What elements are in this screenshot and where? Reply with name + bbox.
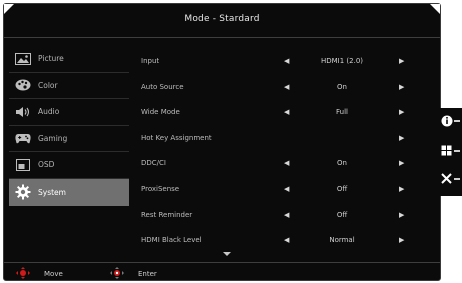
sidebar-item-label: Color xyxy=(38,80,58,90)
setting-row-proxisense[interactable]: ProxiSense ◀ Off ▶ xyxy=(141,176,411,202)
setting-label: Rest Reminder xyxy=(141,210,193,219)
left-arrow-icon[interactable]: ◀ xyxy=(284,185,289,193)
left-arrow-icon[interactable]: ◀ xyxy=(284,159,289,167)
joystick-enter-icon xyxy=(110,267,124,281)
close-button[interactable] xyxy=(440,170,462,190)
move-hint: Move xyxy=(16,267,63,281)
sidebar-item-label: Gaming xyxy=(38,133,68,143)
setting-value: On xyxy=(337,82,347,91)
setting-row-input[interactable]: Input ◀ HDMI1 (2.0) ▶ xyxy=(141,48,411,74)
setting-row-hdmi-black-level[interactable]: HDMI Black Level ◀ Normal ▶ xyxy=(141,227,411,253)
sidebar-item-label: OSD xyxy=(38,160,55,170)
sidebar-item-picture[interactable]: Picture xyxy=(9,46,129,73)
title-bar: Mode - Stardard xyxy=(4,4,440,38)
left-arrow-icon[interactable]: ◀ xyxy=(284,108,289,116)
joystick-move-icon xyxy=(16,267,30,281)
sidebar-item-gaming[interactable]: Gaming xyxy=(9,126,129,152)
picture-icon xyxy=(14,52,32,65)
left-arrow-icon[interactable]: ◀ xyxy=(284,83,289,91)
move-label: Move xyxy=(44,270,63,278)
enter-label: Enter xyxy=(138,270,157,278)
right-arrow-icon[interactable]: ▶ xyxy=(399,185,404,193)
right-arrow-icon[interactable]: ▶ xyxy=(399,57,404,65)
sidebar-item-label: Picture xyxy=(38,54,64,64)
setting-row-auto-source[interactable]: Auto Source ◀ On ▶ xyxy=(141,74,411,100)
setting-row-hot-key-assignment[interactable]: Hot Key Assignment ▶ xyxy=(141,125,411,151)
settings-list: Input ◀ HDMI1 (2.0) ▶ Auto Source ◀ On ▶… xyxy=(141,48,411,253)
sidebar-item-system[interactable]: System xyxy=(9,178,129,206)
right-arrow-icon[interactable]: ▶ xyxy=(399,83,404,91)
setting-label: Auto Source xyxy=(141,82,184,91)
setting-value: Off xyxy=(336,184,348,193)
info-icon xyxy=(440,113,462,132)
setting-label: ProxiSense xyxy=(141,184,180,193)
speaker-icon xyxy=(14,106,32,118)
palette-icon xyxy=(14,79,32,91)
setting-value: Normal xyxy=(329,236,355,245)
close-icon xyxy=(440,171,462,190)
setting-label: HDMI Black Level xyxy=(141,236,202,245)
setting-value: Off xyxy=(336,210,348,219)
right-arrow-icon[interactable]: ▶ xyxy=(399,236,404,244)
right-arrow-icon[interactable]: ▶ xyxy=(399,108,404,116)
setting-label: Input xyxy=(141,57,160,65)
sidebar-item-color[interactable]: Color xyxy=(9,73,129,99)
setting-label: Hot Key Assignment xyxy=(141,133,212,142)
setting-value: HDMI1 (2.0) xyxy=(320,57,364,65)
setting-row-ddc-ci[interactable]: DDC/CI ◀ On ▶ xyxy=(141,150,411,176)
setting-row-wide-mode[interactable]: Wide Mode ◀ Full ▶ xyxy=(141,99,411,125)
enter-hint: Enter xyxy=(110,267,157,281)
grid-icon xyxy=(440,143,462,162)
sidebar-item-audio[interactable]: Audio xyxy=(9,99,129,126)
sidebar-item-label: Audio xyxy=(38,107,60,117)
right-arrow-icon[interactable]: ▶ xyxy=(399,134,404,142)
mode-button[interactable] xyxy=(440,142,462,162)
left-arrow-icon[interactable]: ◀ xyxy=(284,211,289,219)
scroll-down-icon[interactable] xyxy=(223,252,231,256)
setting-label: Wide Mode xyxy=(141,108,180,117)
left-arrow-icon[interactable]: ◀ xyxy=(284,236,289,244)
osd-icon xyxy=(14,158,32,171)
sidebar: Picture Color Audio Gaming OSD System xyxy=(9,46,129,206)
page-title: Mode - Stardard xyxy=(184,14,260,24)
setting-value: On xyxy=(337,159,347,168)
footer: Move Enter xyxy=(4,262,440,281)
info-button[interactable] xyxy=(440,112,462,132)
setting-row-rest-reminder[interactable]: Rest Reminder ◀ Off ▶ xyxy=(141,202,411,228)
left-arrow-icon[interactable]: ◀ xyxy=(284,57,289,65)
hotkey-panel xyxy=(440,108,462,196)
osd-menu: Mode - Stardard Picture Color Audio Gami… xyxy=(3,3,441,281)
sidebar-item-label: System xyxy=(38,187,66,197)
sidebar-item-osd[interactable]: OSD xyxy=(9,152,129,179)
right-arrow-icon[interactable]: ▶ xyxy=(399,159,404,167)
gear-icon xyxy=(14,184,32,200)
setting-value: Full xyxy=(336,108,348,117)
setting-label: DDC/CI xyxy=(141,159,166,168)
gamepad-icon xyxy=(14,132,32,144)
right-arrow-icon[interactable]: ▶ xyxy=(399,211,404,219)
